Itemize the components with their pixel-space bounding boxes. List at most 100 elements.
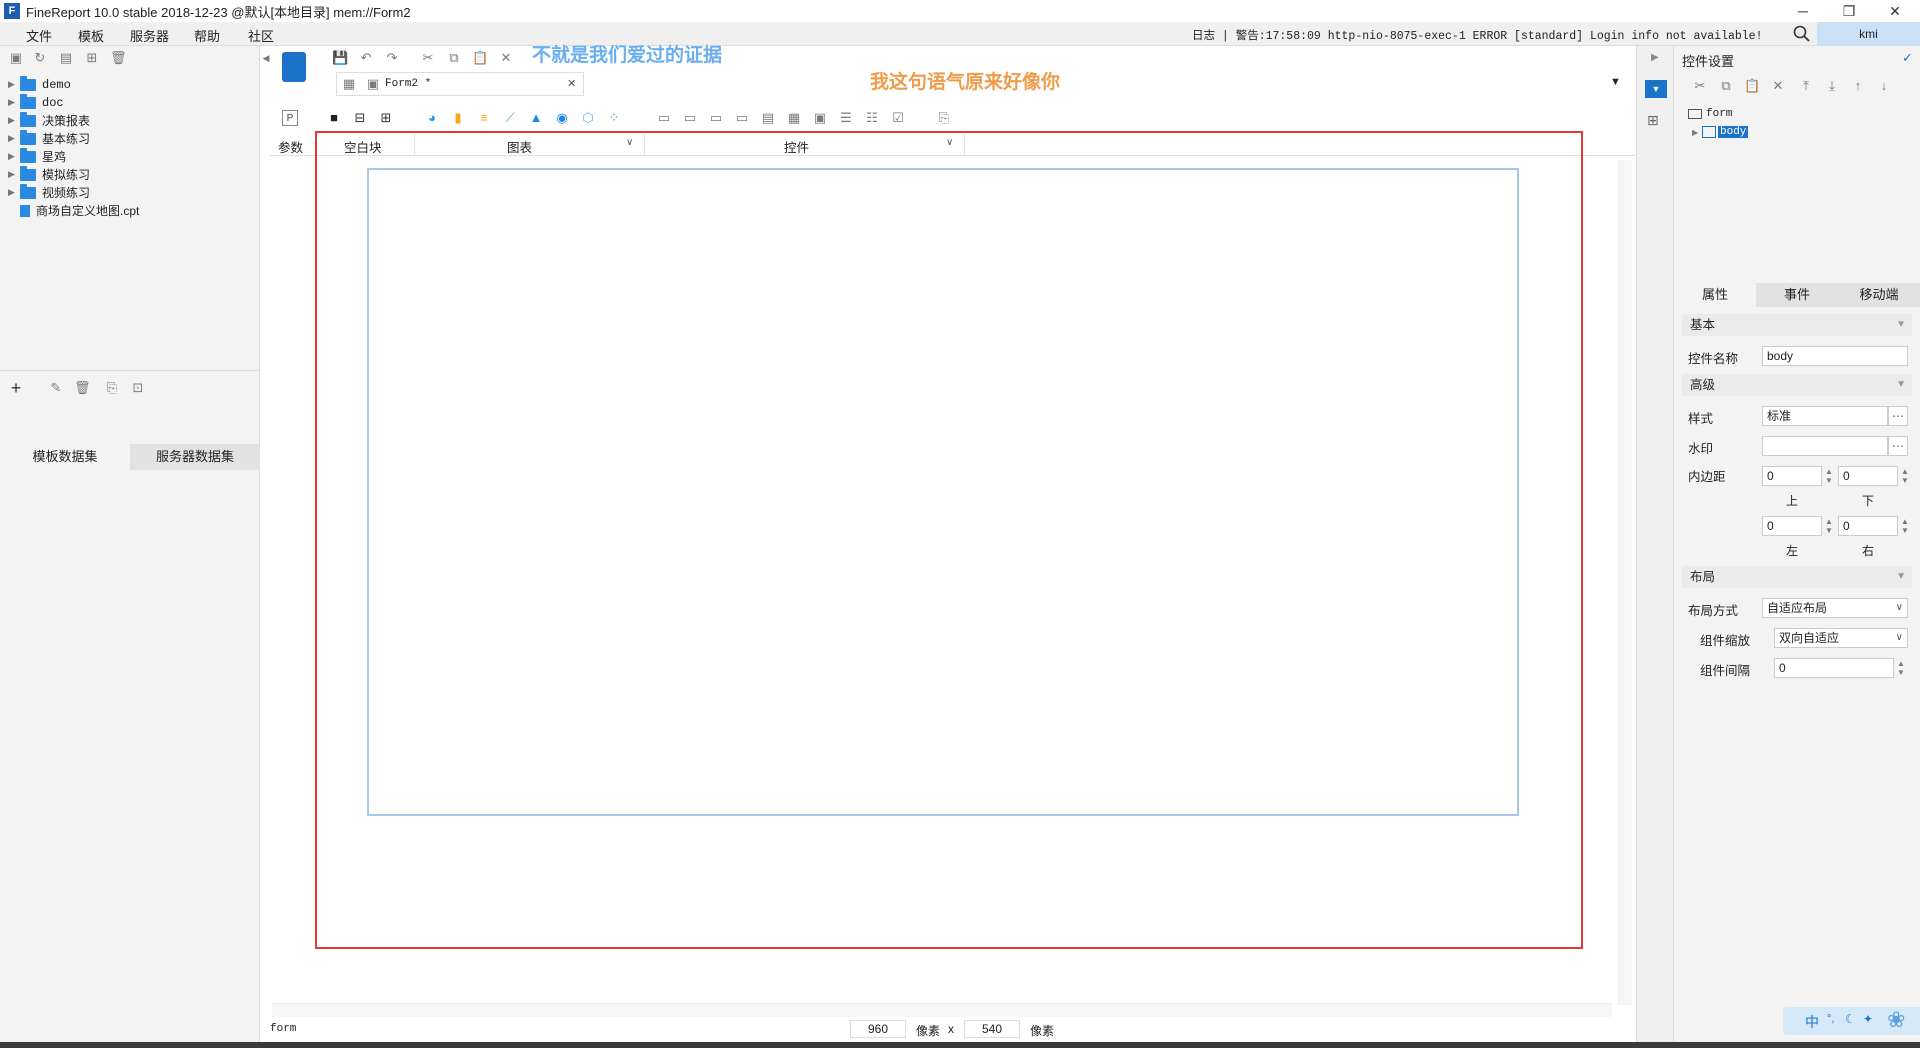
style-input[interactable]: 标准 bbox=[1762, 406, 1888, 426]
cut-icon[interactable]: ✂ bbox=[420, 50, 436, 66]
tree-item-doc[interactable]: ▶ doc bbox=[8, 93, 64, 111]
tab-template-dataset[interactable]: 模板数据集 bbox=[0, 444, 130, 470]
minimize-button[interactable]: ─ bbox=[1780, 0, 1826, 22]
style-more-button[interactable]: ⋯ bbox=[1888, 406, 1908, 426]
tab-events[interactable]: 事件 bbox=[1756, 283, 1838, 307]
radio-group-icon[interactable]: ☷ bbox=[864, 110, 880, 126]
padding-top-input[interactable]: 0 ▲ ▼ bbox=[1762, 466, 1833, 486]
splitter[interactable] bbox=[0, 370, 260, 378]
expand-arrow-icon[interactable]: ▶ bbox=[8, 187, 18, 198]
combo-widget-icon[interactable]: ▭ bbox=[734, 110, 750, 126]
collapse-right-icon[interactable]: ▶ bbox=[1651, 52, 1659, 63]
expand-arrow-icon[interactable]: ▶ bbox=[8, 169, 18, 180]
tree-item-demo[interactable]: ▶ demo bbox=[8, 75, 71, 93]
spinner-arrows-icon[interactable]: ▲ ▼ bbox=[1823, 467, 1835, 487]
tree-node-form[interactable]: form bbox=[1688, 108, 1732, 120]
checkbox-group-icon[interactable]: ☑ bbox=[890, 110, 906, 126]
horizontal-bar-icon[interactable]: ≡ bbox=[476, 110, 492, 126]
tab-mobile[interactable]: 移动端 bbox=[1838, 283, 1920, 307]
button-widget-icon[interactable]: ▭ bbox=[656, 110, 672, 126]
search-icon[interactable] bbox=[1793, 25, 1811, 43]
gap-input[interactable]: 0 ▲ ▼ bbox=[1774, 658, 1905, 678]
copy-icon[interactable]: ⧉ bbox=[446, 50, 462, 66]
skin-icon[interactable]: ✦ bbox=[1863, 1012, 1873, 1026]
tree-item-star[interactable]: ▶ 星鸡 bbox=[8, 147, 66, 165]
pie-chart-icon[interactable]: ◕ bbox=[424, 110, 440, 126]
edit-icon[interactable]: ✎ bbox=[48, 380, 64, 396]
pin-icon[interactable]: ✓ bbox=[1902, 50, 1913, 66]
log-message[interactable]: 日志 | 警告:17:58:09 http-nio-8075-exec-1 ER… bbox=[1192, 27, 1763, 43]
refresh-icon[interactable]: ↻ bbox=[32, 50, 48, 66]
expand-arrow-icon[interactable]: ▶ bbox=[8, 151, 18, 162]
move-top-icon[interactable]: ⤒ bbox=[1798, 78, 1814, 94]
preview-icon[interactable]: ⎘ bbox=[104, 380, 120, 396]
menu-server[interactable]: 服务器 bbox=[130, 26, 169, 45]
padding-right-input[interactable]: 0 ▲ ▼ bbox=[1838, 516, 1909, 536]
ime-mode-label[interactable]: 中 bbox=[1805, 1012, 1819, 1032]
section-basic[interactable]: 基本 ▼ bbox=[1682, 314, 1912, 336]
tab-layout-icon[interactable]: ⊞ bbox=[378, 110, 394, 126]
tree-item-basic-practice[interactable]: ▶ 基本练习 bbox=[8, 129, 90, 147]
delete-dataset-icon[interactable]: 🗑 bbox=[74, 380, 91, 396]
width-input[interactable]: 960 bbox=[850, 1020, 906, 1038]
ime-toolbar[interactable]: 中 °, ☾ ✦ ❀ bbox=[1783, 1007, 1920, 1035]
editor-tab[interactable]: ▦ ▣ Form2 * ✕ bbox=[336, 72, 584, 96]
spinner-arrows-icon[interactable]: ▲ ▼ bbox=[1899, 517, 1911, 537]
bar-chart-icon[interactable]: ▮ bbox=[450, 110, 466, 126]
paste-icon[interactable]: 📋 bbox=[472, 50, 488, 66]
moon-icon[interactable]: ☾ bbox=[1845, 1012, 1856, 1026]
textfield-widget-icon[interactable]: ▭ bbox=[708, 110, 724, 126]
expand-arrow-icon[interactable]: ▶ bbox=[8, 97, 18, 108]
layout-mode-select[interactable]: 自适应布局 ∨ bbox=[1762, 598, 1908, 618]
height-input[interactable]: 540 bbox=[964, 1020, 1020, 1038]
radar-chart-icon[interactable]: ⬡ bbox=[580, 110, 596, 126]
menu-community[interactable]: 社区 bbox=[248, 26, 274, 45]
lock-icon[interactable]: ⊞ bbox=[84, 50, 100, 66]
tree-item-mock-practice[interactable]: ▶ 模拟练习 bbox=[8, 165, 90, 183]
layout-icon[interactable]: ⊞ bbox=[1647, 112, 1659, 129]
parameter-panel-icon[interactable]: P bbox=[282, 110, 298, 126]
expand-arrow-icon[interactable]: ▶ bbox=[1692, 128, 1702, 137]
add-dataset-icon[interactable]: + bbox=[8, 379, 24, 397]
menu-template[interactable]: 模板 bbox=[78, 26, 104, 45]
padding-bottom-input[interactable]: 0 ▲ ▼ bbox=[1838, 466, 1909, 486]
tree-node-body[interactable]: ▶ body bbox=[1692, 126, 1749, 138]
grid-view-icon[interactable]: ▦ bbox=[341, 76, 357, 92]
properties-icon[interactable]: ▤ bbox=[58, 50, 74, 66]
search-dataset-icon[interactable]: ⊡ bbox=[130, 380, 146, 396]
watermark-more-button[interactable]: ⋯ bbox=[1888, 436, 1908, 456]
widget-name-input[interactable]: body bbox=[1762, 346, 1908, 366]
tab-server-dataset[interactable]: 服务器数据集 bbox=[130, 444, 260, 470]
list-widget-icon[interactable]: ☰ bbox=[838, 110, 854, 126]
line-chart-icon[interactable]: ⟋ bbox=[502, 110, 518, 126]
expand-arrow-icon[interactable]: ▶ bbox=[8, 133, 18, 144]
vertical-scrollbar[interactable] bbox=[1618, 160, 1632, 1005]
section-advanced[interactable]: 高级 ▼ bbox=[1682, 374, 1912, 396]
clear-icon[interactable]: ✕ bbox=[498, 50, 514, 66]
redo-icon[interactable]: ↷ bbox=[384, 50, 400, 66]
delete-icon[interactable]: 🗑 bbox=[110, 50, 127, 66]
clapper-icon[interactable]: ■ bbox=[326, 110, 342, 126]
form-template-icon[interactable] bbox=[282, 52, 306, 82]
undo-icon[interactable]: ↶ bbox=[358, 50, 374, 66]
section-layout[interactable]: 布局 ▼ bbox=[1682, 566, 1912, 588]
search-widget-icon[interactable]: ⎘ bbox=[936, 110, 952, 126]
user-account[interactable]: kmi bbox=[1817, 22, 1920, 46]
expand-arrow-icon[interactable]: ▶ bbox=[8, 79, 18, 90]
menu-file[interactable]: 文件 bbox=[26, 26, 52, 45]
label-widget-icon[interactable]: ▭ bbox=[682, 110, 698, 126]
spinner-arrows-icon[interactable]: ▲ ▼ bbox=[1899, 467, 1911, 487]
tab-menu-icon[interactable]: ▼ bbox=[1610, 76, 1621, 88]
copy-widget-icon[interactable]: ⧉ bbox=[1718, 78, 1734, 94]
number-widget-icon[interactable]: ▣ bbox=[812, 110, 828, 126]
widget-settings-icon[interactable]: ▼ bbox=[1645, 80, 1667, 98]
textarea-widget-icon[interactable]: ▤ bbox=[760, 110, 776, 126]
tab-properties[interactable]: 属性 bbox=[1674, 283, 1756, 307]
move-down-icon[interactable]: ↓ bbox=[1876, 78, 1892, 94]
scale-select[interactable]: 双向自适应 ∨ bbox=[1774, 628, 1908, 648]
save-icon[interactable]: 💾 bbox=[332, 50, 348, 66]
padding-left-input[interactable]: 0 ▲ ▼ bbox=[1762, 516, 1833, 536]
scatter-chart-icon[interactable]: ⁘ bbox=[606, 110, 622, 126]
new-folder-icon[interactable]: ▣ bbox=[8, 50, 24, 66]
restore-button[interactable]: ❐ bbox=[1826, 0, 1872, 22]
